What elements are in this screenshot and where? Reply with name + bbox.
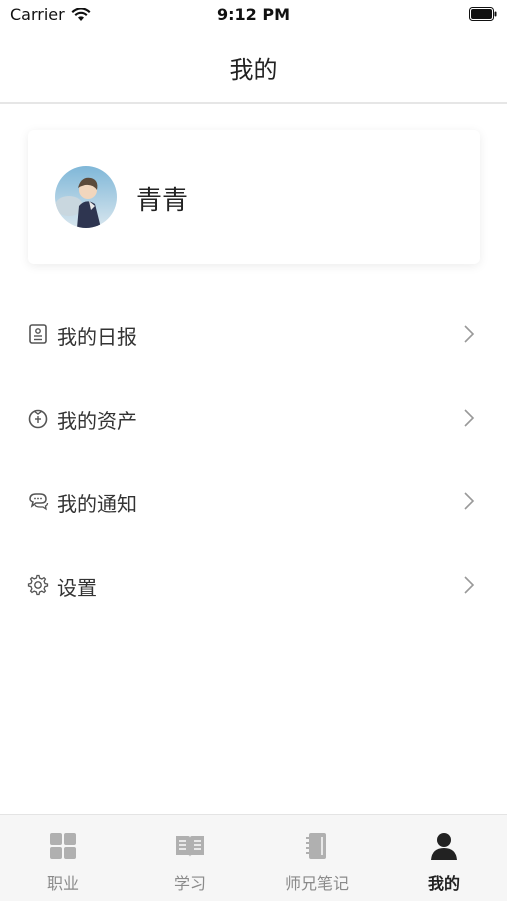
tab-label: 我的 (427, 874, 460, 893)
tab-label: 学习 (173, 874, 206, 893)
status-bar: Carrier 9:12 PM (0, 0, 507, 30)
menu-label: 我的通知 (57, 492, 137, 516)
tab-study[interactable]: 学习 (127, 815, 253, 901)
battery-icon (469, 7, 497, 21)
menu-item-settings[interactable]: 设置 (0, 555, 507, 615)
menu-label: 设置 (57, 576, 97, 600)
chat-bubble-icon (29, 493, 49, 511)
chevron-right-icon (464, 325, 475, 343)
wallet-icon (28, 409, 48, 429)
avatar[interactable] (55, 166, 117, 228)
menu-label: 我的日报 (57, 325, 137, 349)
tab-career[interactable]: 职业 (0, 815, 126, 901)
tab-mine[interactable]: 我的 (381, 815, 507, 901)
chevron-right-icon (464, 409, 475, 427)
gear-icon (27, 574, 49, 596)
menu-item-assets[interactable]: 我的资产 (0, 388, 507, 448)
report-icon (29, 324, 47, 344)
tab-label: 职业 (46, 874, 79, 893)
menu-item-daily-report[interactable]: 我的日报 (0, 304, 507, 364)
profile-name: 青青 (136, 186, 189, 216)
tab-bar: 职业 学习 师兄笔记 我的 (0, 814, 507, 901)
person-icon (431, 833, 457, 860)
book-icon (176, 836, 204, 857)
tab-senior-notes[interactable]: 师兄笔记 (254, 815, 380, 901)
profile-card[interactable]: 青青 (28, 130, 480, 264)
navigation-bar: 我的 (0, 30, 507, 104)
chevron-right-icon (464, 492, 475, 510)
grid-icon (50, 833, 76, 859)
notebook-icon (306, 833, 326, 859)
page-title: 我的 (229, 56, 278, 84)
chevron-right-icon (464, 576, 475, 594)
tab-label: 师兄笔记 (284, 874, 349, 893)
status-time: 9:12 PM (216, 5, 290, 24)
menu-item-notifications[interactable]: 我的通知 (0, 471, 507, 531)
menu-label: 我的资产 (57, 409, 137, 433)
